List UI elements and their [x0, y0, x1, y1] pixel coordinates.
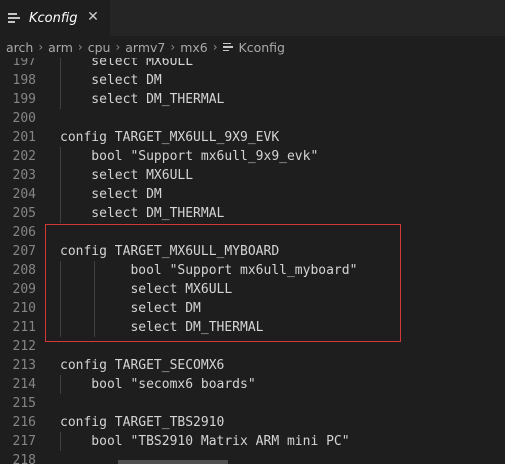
code-line[interactable]: 199 select DM_THERMAL — [0, 90, 505, 109]
file-lines-icon — [222, 42, 233, 52]
code-text: select DM — [60, 187, 162, 202]
code-line[interactable]: 215 — [0, 394, 505, 413]
line-number: 199 — [12, 92, 36, 107]
line-number: 200 — [12, 111, 36, 126]
line-number: 215 — [12, 396, 36, 411]
indent-guide — [60, 90, 61, 109]
indent-guide — [60, 432, 61, 451]
code-text: bool "Support mx6ull_9x9_evk" — [60, 149, 319, 164]
code-line[interactable]: 198 select DM — [0, 71, 505, 90]
line-number: 214 — [12, 377, 36, 392]
indent-guide — [60, 71, 61, 90]
code-text: bool "secomx6 boards" — [60, 377, 256, 392]
highlight-box — [45, 224, 401, 342]
code-text: select MX6ULL — [60, 168, 194, 183]
code-line[interactable]: 197 select MX6ULL — [0, 58, 505, 71]
indent-guide — [60, 58, 61, 71]
code-editor[interactable]: 218 217 bool "TBS2910 Matrix ARM mini PC"… — [0, 58, 505, 464]
breadcrumb-item-mx6[interactable]: mx6 — [180, 40, 208, 55]
line-number: 206 — [12, 225, 36, 240]
line-number: 216 — [12, 415, 36, 430]
horizontal-scrollbar[interactable] — [118, 460, 228, 464]
tab-bar: Kconfig ✕ — [0, 0, 505, 36]
code-line[interactable]: 201 config TARGET_MX6ULL_9X9_EVK — [0, 128, 505, 147]
line-number: 208 — [12, 263, 36, 278]
code-text: config TARGET_TBS2910 — [60, 415, 225, 430]
line-number: 201 — [12, 130, 36, 145]
indent-guide — [60, 166, 61, 185]
code-text: select DM_THERMAL — [60, 92, 225, 107]
breadcrumb-item-arch[interactable]: arch — [6, 40, 33, 55]
breadcrumb-item-armv7[interactable]: armv7 — [125, 40, 165, 55]
code-line[interactable]: 205 select DM_THERMAL — [0, 204, 505, 223]
line-number: 211 — [12, 320, 36, 335]
code-text: config TARGET_MX6ULL_9X9_EVK — [60, 130, 280, 145]
chevron-right-icon: › — [115, 40, 121, 54]
chevron-right-icon: › — [38, 40, 44, 54]
breadcrumb-item-cpu[interactable]: cpu — [88, 40, 111, 55]
line-number: 209 — [12, 282, 36, 297]
code-text: bool "TBS2910 Matrix ARM mini PC" — [60, 434, 350, 449]
line-number: 207 — [12, 244, 36, 259]
line-number: 213 — [12, 358, 36, 373]
breadcrumb: arch › arm › cpu › armv7 › mx6 › Kconfig — [0, 36, 505, 58]
code-line[interactable]: 216 config TARGET_TBS2910 — [0, 413, 505, 432]
line-number: 198 — [12, 73, 36, 88]
code-line[interactable]: 214 bool "secomx6 boards" — [0, 375, 505, 394]
code-line[interactable]: 218 — [0, 451, 505, 464]
line-number: 197 — [12, 58, 36, 69]
code-line[interactable]: 200 — [0, 109, 505, 128]
code-line[interactable]: 204 select DM — [0, 185, 505, 204]
line-number: 203 — [12, 168, 36, 183]
line-number: 217 — [12, 434, 36, 449]
breadcrumb-item-kconfig[interactable]: Kconfig — [239, 40, 285, 55]
chevron-right-icon: › — [77, 40, 83, 54]
breadcrumb-item-arm[interactable]: arm — [48, 40, 73, 55]
line-number: 210 — [12, 301, 36, 316]
code-text: config TARGET_SECOMX6 — [60, 358, 225, 373]
line-number: 202 — [12, 149, 36, 164]
indent-guide — [60, 147, 61, 166]
chevron-right-icon: › — [170, 40, 176, 54]
code-text: select DM_THERMAL — [60, 206, 225, 221]
lines-icon — [8, 12, 20, 24]
line-number: 204 — [12, 187, 36, 202]
indent-guide — [60, 375, 61, 394]
code-line[interactable]: 203 select MX6ULL — [0, 166, 505, 185]
line-number: 205 — [12, 206, 36, 221]
code-text: select MX6ULL — [60, 58, 194, 69]
line-number: 218 — [12, 453, 36, 464]
chevron-right-icon: › — [212, 40, 218, 54]
line-number: 212 — [12, 339, 36, 354]
code-line[interactable]: 202 bool "Support mx6ull_9x9_evk" — [0, 147, 505, 166]
indent-guide — [60, 185, 61, 204]
code-text: select DM — [60, 73, 162, 88]
tab-title: Kconfig — [29, 10, 78, 26]
tab-kconfig[interactable]: Kconfig ✕ — [0, 0, 110, 36]
indent-guide — [60, 204, 61, 223]
code-line[interactable]: 217 bool "TBS2910 Matrix ARM mini PC" — [0, 432, 505, 451]
close-icon[interactable]: ✕ — [85, 9, 101, 25]
code-line[interactable]: 213 config TARGET_SECOMX6 — [0, 356, 505, 375]
